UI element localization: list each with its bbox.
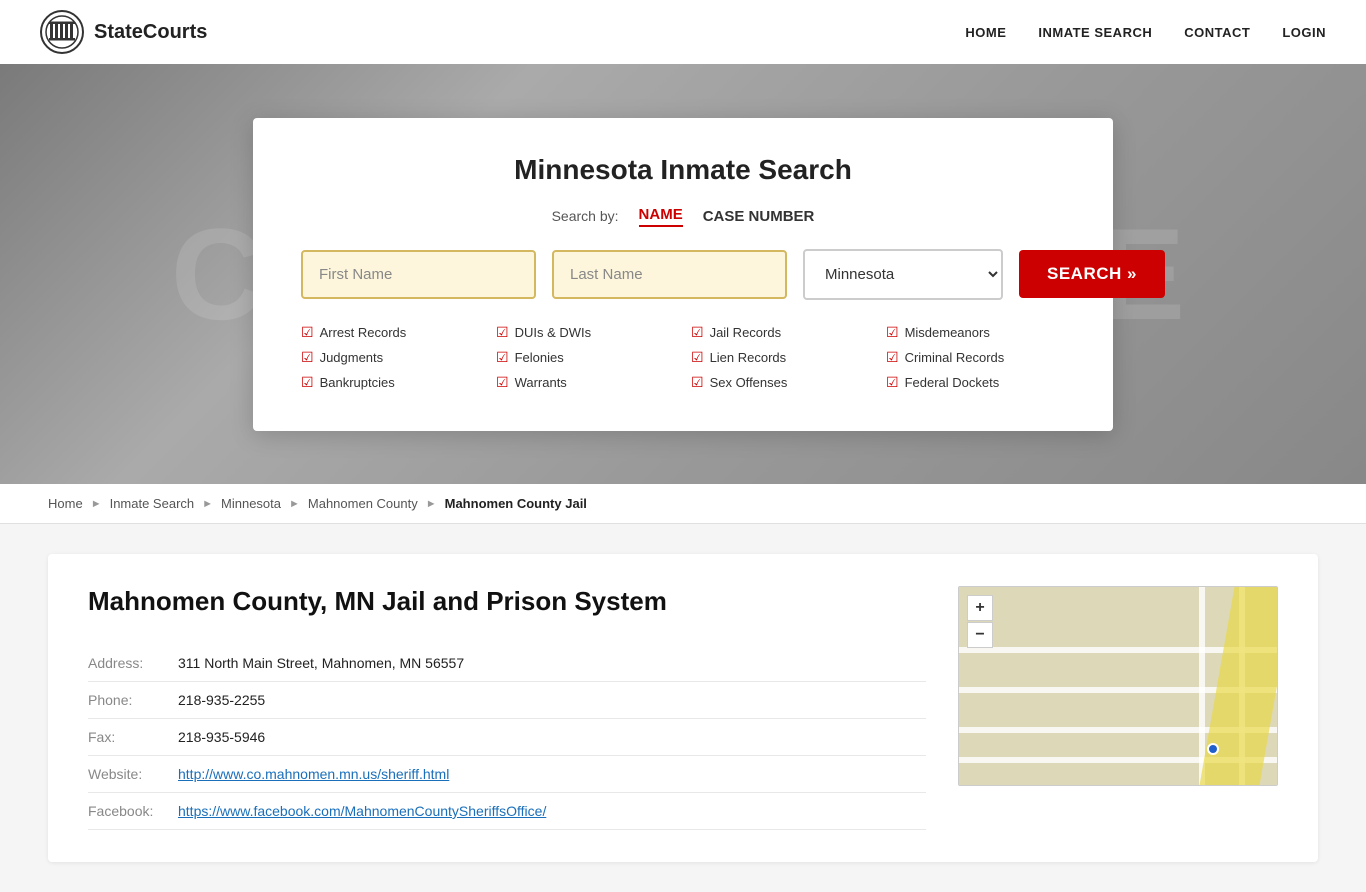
nav-contact[interactable]: CONTACT [1184, 25, 1250, 40]
check-label: Bankruptcies [320, 375, 395, 390]
map-controls: + − [967, 595, 993, 648]
breadcrumb-home[interactable]: Home [48, 496, 83, 511]
breadcrumb-sep-1: ► [91, 498, 102, 510]
fax-value: 218-935-5946 [178, 719, 926, 756]
check-item: ☑ Arrest Records [301, 324, 480, 341]
facebook-label: Facebook: [88, 793, 178, 830]
checkbox-icon: ☑ [301, 324, 314, 341]
map-zoom-out[interactable]: − [967, 622, 993, 648]
breadcrumb-sep-3: ► [289, 498, 300, 510]
website-link[interactable]: http://www.co.mahnomen.mn.us/sheriff.htm… [178, 766, 449, 782]
check-item: ☑ Federal Dockets [886, 374, 1065, 391]
breadcrumb-current: Mahnomen County Jail [445, 496, 587, 511]
check-label: DUIs & DWIs [515, 325, 592, 340]
search-modal: Minnesota Inmate Search Search by: NAME … [253, 118, 1113, 431]
check-item: ☑ Judgments [301, 349, 480, 366]
check-item: ☑ Misdemeanors [886, 324, 1065, 341]
facility-details-table: Address: 311 North Main Street, Mahnomen… [88, 645, 926, 830]
website-row: Website: http://www.co.mahnomen.mn.us/sh… [88, 756, 926, 793]
checkbox-icon: ☑ [691, 374, 704, 391]
breadcrumb-sep-2: ► [202, 498, 213, 510]
breadcrumb: Home ► Inmate Search ► Minnesota ► Mahno… [0, 484, 1366, 524]
checkbox-icon: ☑ [496, 324, 509, 341]
modal-title: Minnesota Inmate Search [301, 154, 1065, 186]
check-item: ☑ Bankruptcies [301, 374, 480, 391]
checkbox-icon: ☑ [301, 349, 314, 366]
check-label: Sex Offenses [710, 375, 788, 390]
breadcrumb-county[interactable]: Mahnomen County [308, 496, 418, 511]
search-button[interactable]: SEARCH » [1019, 250, 1165, 298]
check-label: Felonies [515, 350, 564, 365]
check-label: Jail Records [710, 325, 782, 340]
state-select[interactable]: MinnesotaAlabamaAlaskaArizonaArkansasCal… [803, 249, 1003, 300]
checkbox-icon: ☑ [301, 374, 314, 391]
facebook-row: Facebook: https://www.facebook.com/Mahno… [88, 793, 926, 830]
map-container: + − [958, 586, 1278, 786]
nav-login[interactable]: LOGIN [1282, 25, 1326, 40]
facility-info: Mahnomen County, MN Jail and Prison Syst… [88, 586, 926, 830]
check-label: Warrants [515, 375, 567, 390]
record-types-grid: ☑ Arrest Records ☑ DUIs & DWIs ☑ Jail Records… [301, 324, 1065, 391]
tab-case-number[interactable]: CASE NUMBER [703, 208, 815, 225]
search-by-row: Search by: NAME CASE NUMBER [301, 206, 1065, 227]
check-label: Criminal Records [905, 350, 1005, 365]
website-label: Website: [88, 756, 178, 793]
address-row: Address: 311 North Main Street, Mahnomen… [88, 645, 926, 682]
check-item: ☑ Lien Records [691, 349, 870, 366]
facility-title: Mahnomen County, MN Jail and Prison Syst… [88, 586, 926, 617]
check-label: Arrest Records [320, 325, 407, 340]
checkbox-icon: ☑ [496, 349, 509, 366]
breadcrumb-state[interactable]: Minnesota [221, 496, 281, 511]
nav-inmate-search[interactable]: INMATE SEARCH [1038, 25, 1152, 40]
map-zoom-in[interactable]: + [967, 595, 993, 621]
checkbox-icon: ☑ [886, 374, 899, 391]
phone-label: Phone: [88, 682, 178, 719]
check-item: ☑ Felonies [496, 349, 675, 366]
header: StateCourts HOME INMATE SEARCH CONTACT L… [0, 0, 1366, 64]
checkbox-icon: ☑ [886, 324, 899, 341]
logo-area: StateCourts [40, 10, 207, 54]
logo-brand-text: StateCourts [94, 21, 207, 44]
check-label: Judgments [320, 350, 384, 365]
main-nav: HOME INMATE SEARCH CONTACT LOGIN [965, 25, 1326, 40]
checkbox-icon: ☑ [886, 349, 899, 366]
address-value: 311 North Main Street, Mahnomen, MN 5655… [178, 645, 926, 682]
phone-value: 218-935-2255 [178, 682, 926, 719]
search-by-label: Search by: [552, 208, 619, 224]
address-label: Address: [88, 645, 178, 682]
nav-home[interactable]: HOME [965, 25, 1006, 40]
check-item: ☑ Sex Offenses [691, 374, 870, 391]
fax-label: Fax: [88, 719, 178, 756]
fax-row: Fax: 218-935-5946 [88, 719, 926, 756]
website-value[interactable]: http://www.co.mahnomen.mn.us/sheriff.htm… [178, 756, 926, 793]
main-content: Mahnomen County, MN Jail and Prison Syst… [0, 524, 1366, 892]
checkbox-icon: ☑ [496, 374, 509, 391]
check-item: ☑ Jail Records [691, 324, 870, 341]
facebook-value[interactable]: https://www.facebook.com/MahnomenCountyS… [178, 793, 926, 830]
checkbox-icon: ☑ [691, 324, 704, 341]
checkbox-icon: ☑ [691, 349, 704, 366]
check-item: ☑ Warrants [496, 374, 675, 391]
breadcrumb-inmate-search[interactable]: Inmate Search [110, 496, 195, 511]
check-item: ☑ DUIs & DWIs [496, 324, 675, 341]
breadcrumb-sep-4: ► [426, 498, 437, 510]
last-name-input[interactable] [552, 250, 787, 299]
search-inputs-row: MinnesotaAlabamaAlaskaArizonaArkansasCal… [301, 249, 1065, 300]
facility-card: Mahnomen County, MN Jail and Prison Syst… [48, 554, 1318, 862]
tab-name[interactable]: NAME [639, 206, 683, 227]
phone-row: Phone: 218-935-2255 [88, 682, 926, 719]
check-item: ☑ Criminal Records [886, 349, 1065, 366]
check-label: Federal Dockets [905, 375, 1000, 390]
map-pin [1207, 743, 1219, 755]
check-label: Lien Records [710, 350, 787, 365]
logo-icon [40, 10, 84, 54]
first-name-input[interactable] [301, 250, 536, 299]
check-label: Misdemeanors [905, 325, 990, 340]
map-section: + − [958, 586, 1278, 830]
facebook-link[interactable]: https://www.facebook.com/MahnomenCountyS… [178, 803, 546, 819]
hero-background: COURTHOUSE Minnesota Inmate Search Searc… [0, 64, 1366, 484]
